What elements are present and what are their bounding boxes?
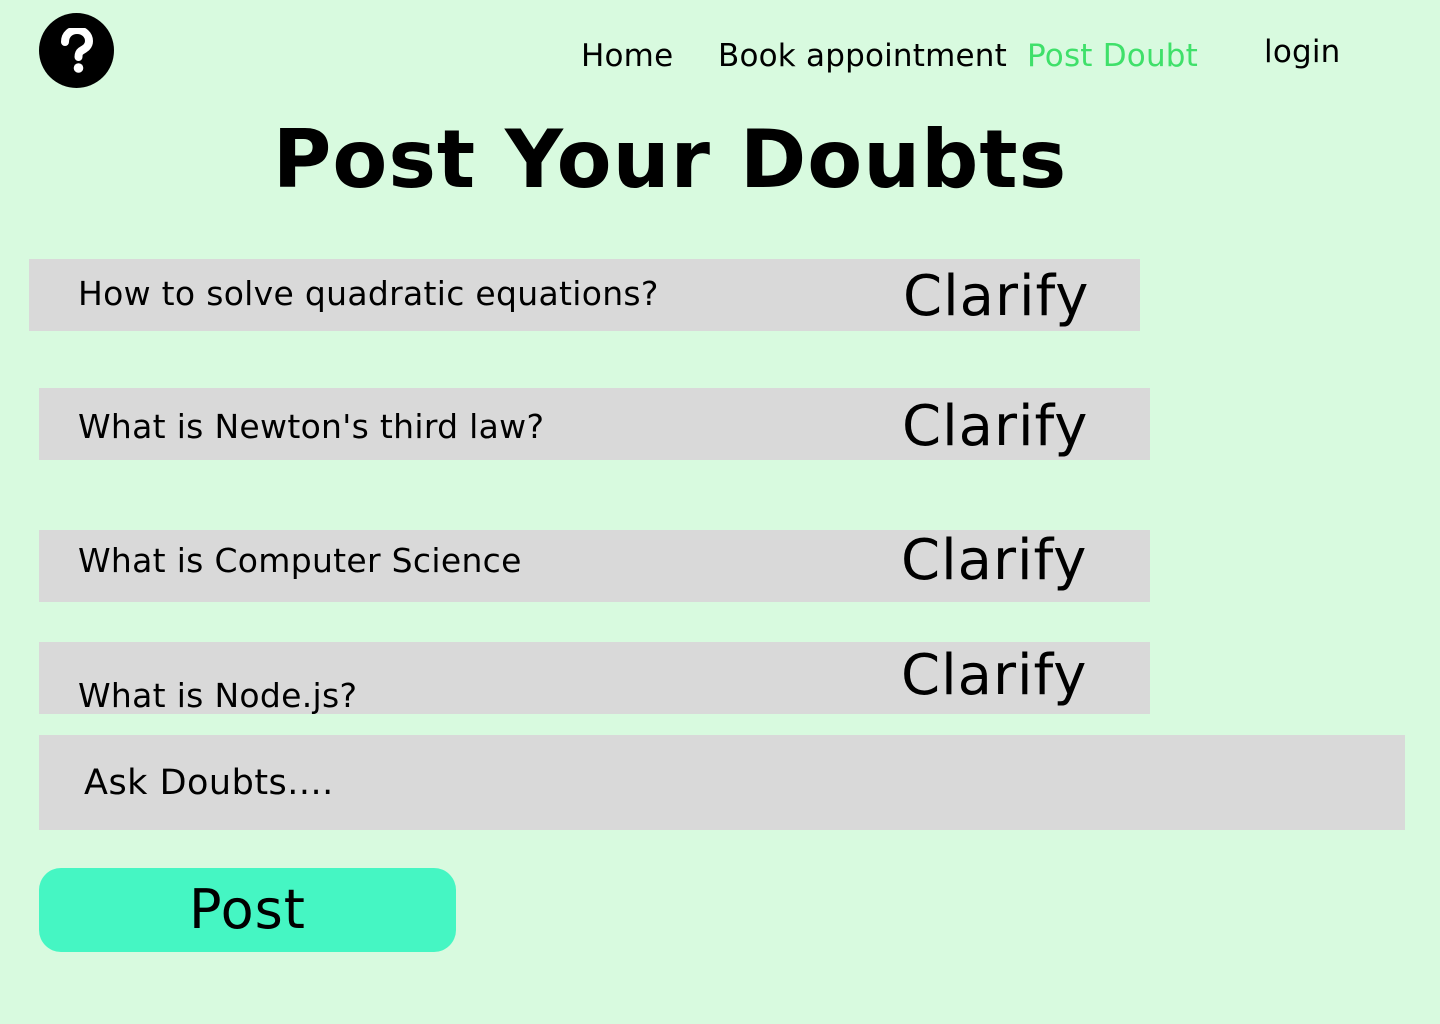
clarify-button[interactable]: Clarify [901,648,1087,704]
nav-home-link[interactable]: Home [581,41,673,72]
doubt-question: What is Newton's third law? [78,407,545,446]
clarify-button[interactable]: Clarify [903,269,1089,325]
doubt-row: How to solve quadratic equations? Clarif… [29,259,1140,331]
doubt-row: What is Newton's third law? Clarify [39,388,1150,460]
question-mark-icon [60,27,93,73]
page-title: Post Your Doubts [272,113,1068,206]
ask-doubt-input[interactable] [39,735,1405,830]
doubt-question: What is Computer Science [78,541,522,580]
clarify-button[interactable]: Clarify [901,533,1087,589]
doubt-question: What is Node.js? [78,676,358,715]
logo[interactable] [39,13,114,88]
post-button[interactable]: Post [39,868,456,952]
doubt-row: What is Computer Science Clarify [39,530,1150,602]
clarify-button[interactable]: Clarify [902,399,1088,455]
doubt-question: How to solve quadratic equations? [78,274,659,313]
nav-book-appointment-link[interactable]: Book appointment [718,41,1007,72]
nav-login-link[interactable]: login [1264,37,1341,68]
doubt-row: What is Node.js? Clarify [39,642,1150,714]
nav-post-doubt-link[interactable]: Post Doubt [1027,41,1198,72]
